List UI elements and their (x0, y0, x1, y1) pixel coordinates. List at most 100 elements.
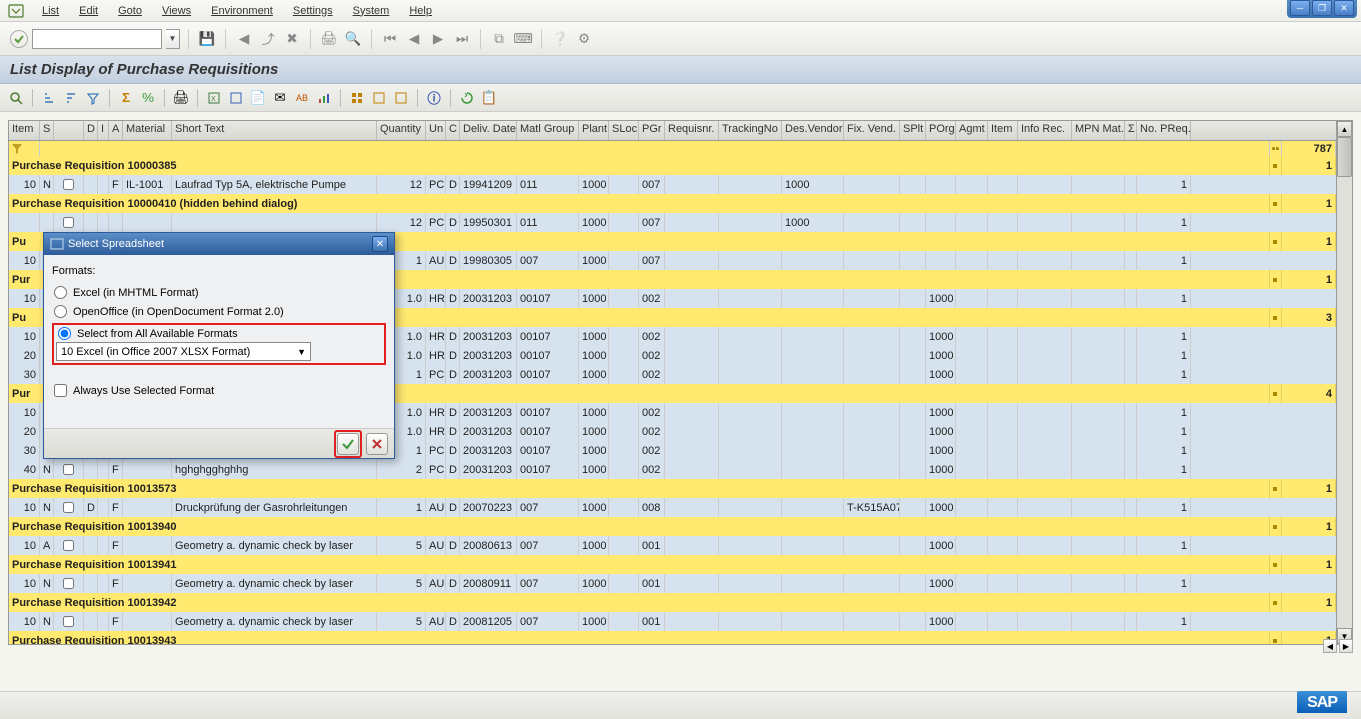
col-sigma[interactable]: Σ (1125, 121, 1137, 140)
command-field-dropdown[interactable]: ▼ (166, 29, 180, 49)
grid-cell[interactable]: 1 (1137, 251, 1191, 270)
shortcut-button[interactable]: ⌨ (513, 29, 533, 49)
grid-cell[interactable] (1125, 403, 1137, 422)
grid-cell[interactable] (1125, 289, 1137, 308)
save-button[interactable]: 💾 (197, 29, 217, 49)
grid-cell[interactable] (988, 213, 1018, 232)
grid-cell[interactable]: HR (426, 289, 446, 308)
grid-cell[interactable]: 1000 (579, 574, 609, 593)
grid-cell[interactable] (844, 422, 900, 441)
table-row[interactable]: 10AFGeometry a. dynamic check by laser5A… (9, 536, 1336, 555)
grid-cell[interactable]: 30 (9, 365, 40, 384)
grid-cell[interactable] (719, 403, 782, 422)
grid-cell[interactable] (609, 441, 639, 460)
grid-cell[interactable]: Geometry a. dynamic check by laser (172, 612, 377, 631)
grid-cell[interactable]: D (446, 251, 460, 270)
grid-cell[interactable]: 10 (9, 574, 40, 593)
first-page-button[interactable]: ⏮ (380, 29, 400, 49)
grid-cell[interactable]: D (446, 441, 460, 460)
grid-cell[interactable] (719, 422, 782, 441)
grid-cell[interactable] (782, 460, 844, 479)
grid-cell[interactable]: 1000 (926, 346, 956, 365)
grid-cell[interactable]: 00107 (517, 441, 579, 460)
grid-cell[interactable]: 1000 (782, 213, 844, 232)
grid-cell[interactable] (900, 175, 926, 194)
table-row[interactable]: 12PCD19950301011100000710001 (9, 213, 1336, 232)
grid-cell[interactable]: AU (426, 612, 446, 631)
menu-edit[interactable]: Edit (69, 3, 108, 19)
grid-cell[interactable] (9, 213, 40, 232)
col-quantity[interactable]: Quantity (377, 121, 426, 140)
grid-cell[interactable] (1018, 498, 1072, 517)
grid-cell[interactable] (1018, 536, 1072, 555)
grid-cell[interactable] (844, 574, 900, 593)
grid-cell[interactable] (719, 574, 782, 593)
grid-cell[interactable] (1072, 175, 1125, 194)
export-word-button[interactable] (226, 88, 246, 108)
grid-cell[interactable] (782, 365, 844, 384)
grid-cell[interactable] (844, 365, 900, 384)
print-alv-button[interactable]: 🖨 (171, 88, 191, 108)
row-checkbox[interactable] (63, 179, 74, 190)
grid-cell[interactable] (719, 346, 782, 365)
grid-cell[interactable] (782, 536, 844, 555)
grid-cell[interactable] (719, 441, 782, 460)
grid-cell[interactable] (609, 289, 639, 308)
exit-button[interactable]: ⤴ (258, 29, 278, 49)
grid-cell[interactable] (40, 213, 54, 232)
grid-cell[interactable] (609, 175, 639, 194)
grid-cell[interactable] (665, 441, 719, 460)
window-minimize-button[interactable]: ─ (1290, 0, 1310, 16)
grid-cell[interactable] (988, 251, 1018, 270)
grid-cell[interactable] (1072, 460, 1125, 479)
grid-cell[interactable] (665, 346, 719, 365)
grid-cell[interactable] (98, 498, 109, 517)
grid-cell[interactable]: 1 (1137, 175, 1191, 194)
grid-cell[interactable] (665, 251, 719, 270)
sum-button[interactable]: Σ (116, 88, 136, 108)
scroll-up-button[interactable]: ▲ (1337, 121, 1352, 137)
window-maximize-button[interactable]: ❐ (1312, 0, 1332, 16)
grid-cell[interactable] (844, 175, 900, 194)
grid-cell[interactable]: AU (426, 251, 446, 270)
grid-cell[interactable]: 001 (639, 536, 665, 555)
grid-cell[interactable] (84, 612, 98, 631)
grid-cell[interactable] (844, 289, 900, 308)
grid-cell[interactable]: 1000 (926, 441, 956, 460)
grid-cell[interactable] (900, 422, 926, 441)
radio-mhtml-input[interactable] (54, 286, 67, 299)
grid-cell[interactable] (782, 422, 844, 441)
grid-cell[interactable]: 1000 (579, 251, 609, 270)
last-page-button[interactable]: ⏭ (452, 29, 472, 49)
grid-cell[interactable] (956, 403, 988, 422)
radio-select-all-input[interactable] (58, 327, 71, 340)
grid-cell[interactable] (956, 289, 988, 308)
format-dropdown[interactable]: 10 Excel (in Office 2007 XLSX Format) ▼ (56, 342, 311, 361)
grid-cell[interactable]: 00107 (517, 289, 579, 308)
radio-select-all[interactable]: Select from All Available Formats (56, 327, 382, 340)
grid-cell[interactable]: 1 (1137, 498, 1191, 517)
dialog-ok-button[interactable] (337, 433, 359, 455)
abc-button[interactable]: AB (292, 88, 312, 108)
grid-cell[interactable] (988, 460, 1018, 479)
display-button[interactable]: 📋 (479, 88, 499, 108)
grid-cell[interactable] (956, 460, 988, 479)
grid-cell[interactable] (1072, 536, 1125, 555)
col-agmt[interactable]: Agmt (956, 121, 988, 140)
grid-cell[interactable] (956, 574, 988, 593)
grid-cell[interactable] (900, 289, 926, 308)
col-requisnr[interactable]: Requisnr. (665, 121, 719, 140)
row-checkbox[interactable] (63, 217, 74, 228)
grid-cell[interactable]: PC (426, 213, 446, 232)
grid-cell[interactable] (900, 251, 926, 270)
grid-cell[interactable] (956, 498, 988, 517)
col-material[interactable]: Material (123, 121, 172, 140)
grid-cell[interactable]: 1 (1137, 536, 1191, 555)
window-close-button[interactable]: ✕ (1334, 0, 1354, 16)
grid-cell[interactable]: 007 (517, 536, 579, 555)
grid-cell[interactable]: 20081205 (460, 612, 517, 631)
grid-cell[interactable] (719, 365, 782, 384)
grid-cell[interactable] (98, 213, 109, 232)
new-session-button[interactable]: ⧉ (489, 29, 509, 49)
grid-cell[interactable]: T-K515A07 (844, 498, 900, 517)
